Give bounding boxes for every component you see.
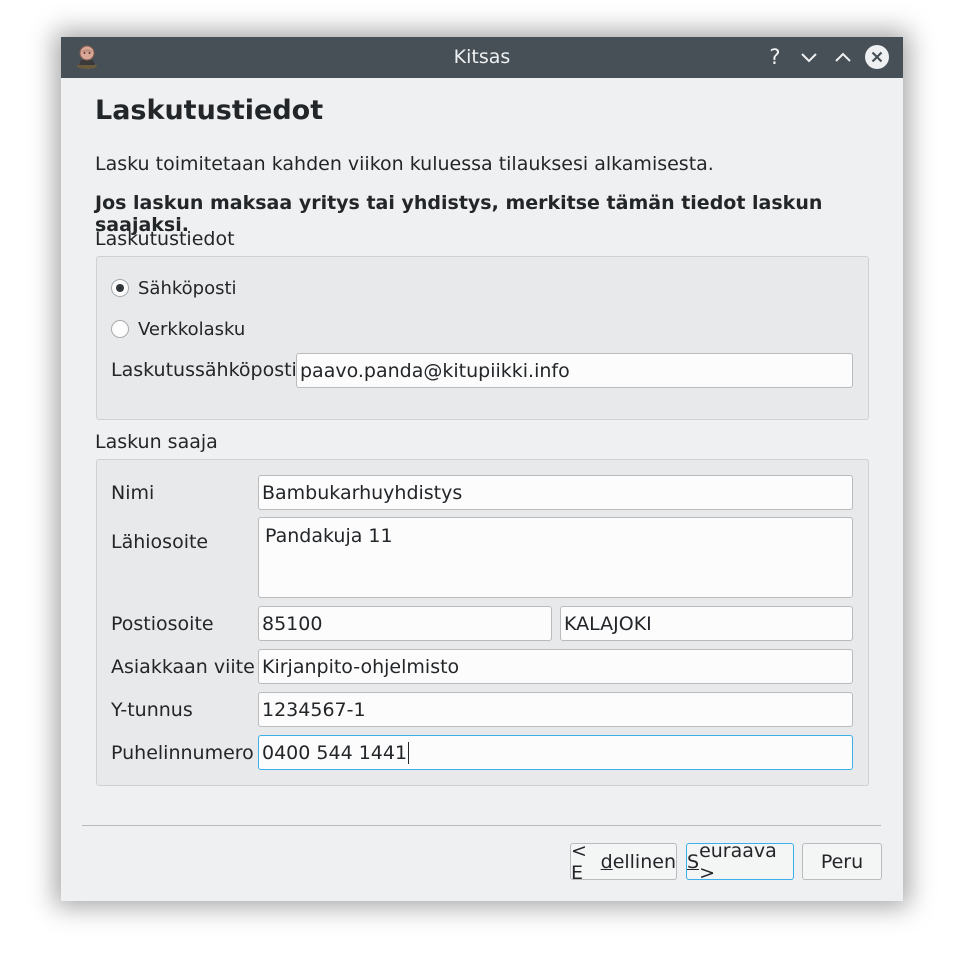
minimize-button[interactable] <box>797 45 821 69</box>
billing-email-field[interactable]: paavo.panda@kitupiikki.info <box>296 353 853 388</box>
radio-einvoice-indicator[interactable] <box>111 320 129 338</box>
radio-email[interactable]: Sähköposti <box>111 276 237 300</box>
back-label-prefix: < E <box>571 839 587 884</box>
next-button[interactable]: Seuraava > <box>686 840 794 884</box>
cancel-button[interactable]: Peru <box>802 843 882 880</box>
radio-einvoice-label: Verkkolasku <box>138 318 246 340</box>
footer-separator <box>82 825 881 826</box>
postal-label: Postiosoite <box>111 613 214 635</box>
reference-label: Asiakkaan viite <box>111 656 255 678</box>
page-description: Lasku toimitetaan kahden viikon kuluessa… <box>95 153 714 175</box>
billing-group-label: Laskutustiedot <box>95 228 235 250</box>
page-title: Laskutustiedot <box>95 95 324 126</box>
city-field[interactable]: KALAJOKI <box>560 606 853 641</box>
address-field[interactable]: Pandakuja 11 <box>258 517 853 598</box>
name-field[interactable]: Bambukarhuyhdistys <box>258 475 853 510</box>
radio-email-indicator[interactable] <box>111 279 129 297</box>
radio-email-label: Sähköposti <box>138 277 237 299</box>
title-bar[interactable]: Kitsas ? <box>61 37 903 78</box>
business-id-field[interactable]: 1234567-1 <box>258 692 853 727</box>
phone-value: 0400 544 1441 <box>262 741 408 764</box>
billing-group: Sähköposti Verkkolasku Laskutussähköpost… <box>96 256 869 420</box>
maximize-button[interactable] <box>831 45 855 69</box>
recipient-group: Nimi Bambukarhuyhdistys Lähiosoite Panda… <box>96 459 869 786</box>
name-label: Nimi <box>111 482 155 504</box>
postal-code-field[interactable]: 85100 <box>258 606 552 641</box>
recipient-group-label: Laskun saaja <box>95 431 218 453</box>
chevron-up-icon <box>835 52 851 62</box>
phone-field[interactable]: 0400 544 1441 <box>258 735 853 770</box>
help-button[interactable]: ? <box>763 45 787 69</box>
back-label-suffix: ellinen <box>612 850 676 873</box>
text-caret <box>408 741 410 764</box>
radio-einvoice[interactable]: Verkkolasku <box>111 317 245 341</box>
billing-email-label: Laskutussähköposti <box>111 359 297 381</box>
chevron-down-icon <box>801 53 817 63</box>
next-label-mnemonic: S <box>687 850 700 873</box>
next-label-suffix: euraava > <box>699 839 777 884</box>
wizard-window: Kitsas ? Laskutustiedot Lasku toimitetaa… <box>61 37 903 901</box>
business-id-label: Y-tunnus <box>111 699 193 721</box>
reference-field[interactable]: Kirjanpito-ohjelmisto <box>258 649 853 684</box>
phone-label: Puhelinnumero <box>111 742 254 764</box>
address-label: Lähiosoite <box>111 531 209 553</box>
close-icon <box>871 51 883 63</box>
back-label-mnemonic: d <box>600 850 613 873</box>
back-button[interactable]: < E d ellinen <box>570 840 677 884</box>
close-button[interactable] <box>865 45 889 69</box>
